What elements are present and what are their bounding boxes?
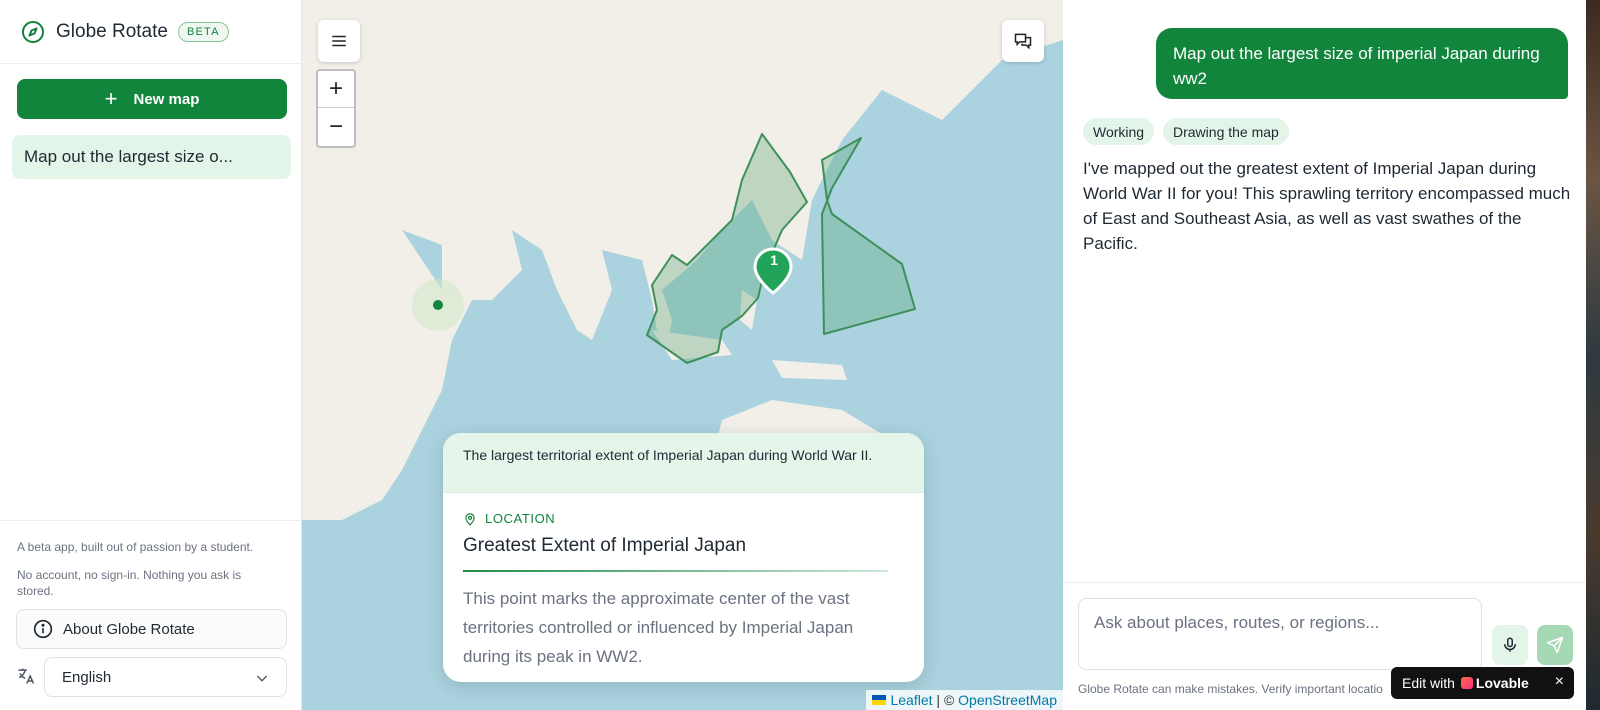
marker-label[interactable]: 1: [757, 252, 791, 268]
lovable-logo-icon: [1460, 677, 1473, 689]
location-kind: LOCATION: [463, 511, 555, 526]
sidebar: Globe Rotate BETA + New map Map out the …: [0, 0, 302, 710]
beta-badge: BETA: [177, 21, 229, 42]
map-attribution: Leaflet | © OpenStreetMap: [866, 690, 1063, 710]
lovable-brand-label: Lovable: [1475, 675, 1529, 691]
menu-button[interactable]: [318, 20, 360, 62]
translate-icon: [16, 666, 38, 688]
attribution-separator: | ©: [932, 692, 959, 708]
zoom-control: + −: [316, 69, 356, 148]
window-edge: [1586, 0, 1600, 710]
lovable-brand: Lovable: [1460, 675, 1529, 691]
new-map-label: New map: [133, 90, 200, 108]
info-icon: [33, 619, 53, 639]
leaflet-link[interactable]: Leaflet: [890, 692, 932, 708]
user-message: Map out the largest size of imperial Jap…: [1156, 28, 1568, 99]
mic-button[interactable]: [1492, 625, 1528, 665]
mic-icon: [1504, 637, 1516, 652]
ukraine-flag-icon: [872, 695, 887, 705]
location-pin-icon: [465, 512, 475, 526]
compass-icon: [20, 19, 46, 45]
close-icon[interactable]: ×: [1555, 673, 1564, 691]
footer-privacy-note: No account, no sign-in. Nothing you ask …: [17, 568, 242, 598]
location-kind-label: LOCATION: [485, 511, 556, 526]
lovable-prefix: Edit with: [1402, 675, 1455, 691]
chat-toggle-button[interactable]: [1002, 20, 1044, 62]
chat-icon: [1014, 33, 1032, 50]
sidebar-header: Globe Rotate BETA: [0, 0, 301, 64]
info-card: The largest territorial extent of Imperi…: [443, 433, 924, 682]
edit-with-lovable-badge[interactable]: Edit with Lovable ×: [1391, 667, 1574, 699]
chat-input[interactable]: [1078, 598, 1482, 670]
map-view[interactable]: 1 + − The largest territorial extent of …: [302, 0, 1063, 710]
disclaimer: Globe Rotate can make mistakes. Verify i…: [1078, 682, 1383, 696]
chevron-down-icon: [256, 675, 268, 682]
new-map-button[interactable]: + New map: [17, 79, 287, 119]
info-card-title: Greatest Extent of Imperial Japan: [463, 535, 747, 556]
about-label: About Globe Rotate: [63, 620, 195, 638]
language-row: English: [16, 657, 287, 697]
sidebar-footer: A beta app, built out of passion by a st…: [0, 520, 302, 710]
zoom-out-button[interactable]: −: [318, 108, 354, 145]
info-card-header: The largest territorial extent of Imperi…: [443, 433, 924, 493]
osm-link[interactable]: OpenStreetMap: [958, 692, 1057, 708]
chat-panel: Map out the largest size of imperial Jap…: [1063, 0, 1600, 710]
language-select[interactable]: English: [44, 657, 287, 697]
send-button[interactable]: [1537, 625, 1573, 665]
info-card-divider: [463, 570, 888, 572]
send-icon: [1546, 636, 1564, 654]
chat-divider: [1063, 582, 1600, 583]
info-card-description: This point marks the approximate center …: [463, 589, 854, 666]
history-item[interactable]: Map out the largest size o...: [12, 135, 291, 179]
status-drawing: Drawing the map: [1163, 118, 1289, 145]
footer-note: A beta app, built out of passion by a st…: [17, 540, 254, 554]
zoom-in-button[interactable]: +: [318, 71, 354, 108]
plus-icon: +: [104, 86, 118, 111]
assistant-reply: I've mapped out the greatest extent of I…: [1083, 159, 1571, 253]
menu-icon: [332, 35, 346, 47]
language-value: English: [62, 668, 112, 686]
about-button[interactable]: About Globe Rotate: [16, 609, 287, 649]
app-title: Globe Rotate: [56, 20, 168, 42]
status-working: Working: [1083, 118, 1155, 145]
